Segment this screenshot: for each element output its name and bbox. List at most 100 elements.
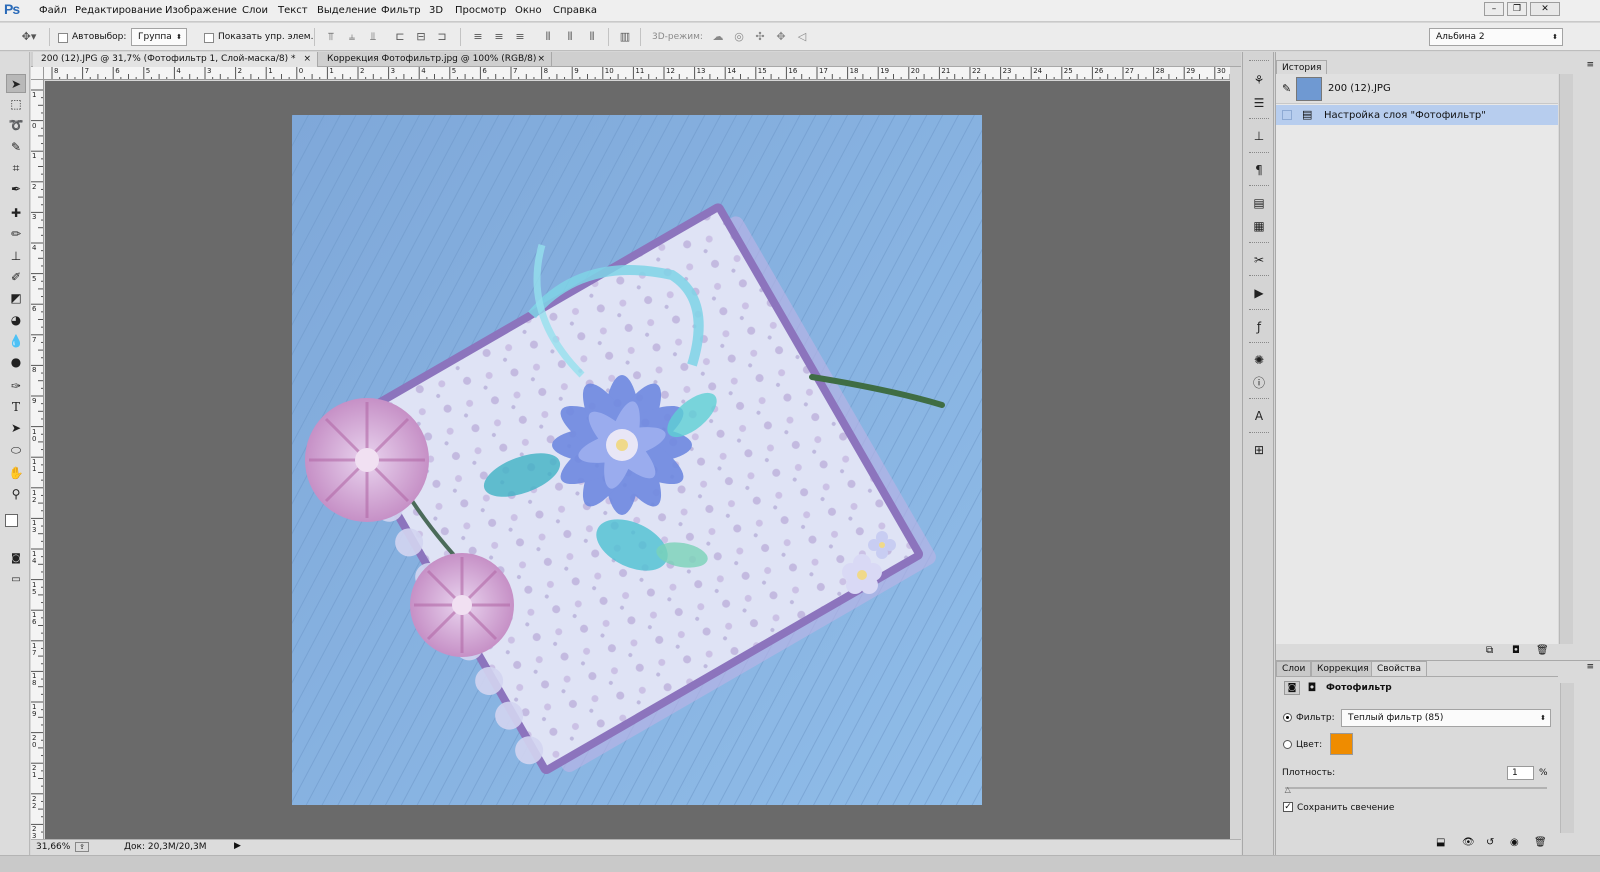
autoselect-checkbox[interactable] [58, 33, 68, 43]
clip-to-layer-icon[interactable]: ⬓ [1436, 837, 1445, 848]
scale-3d-icon[interactable]: ◁ [795, 30, 809, 44]
character-icon[interactable]: A [1251, 408, 1267, 424]
menu-window[interactable]: Окно [515, 5, 542, 16]
paint-bucket-tool-icon[interactable]: ◕ [6, 311, 26, 330]
view-previous-icon[interactable]: 👁 [1462, 837, 1475, 848]
blur-tool-icon[interactable]: 💧 [6, 332, 26, 351]
menu-layers[interactable]: Слои [242, 5, 268, 16]
dock-grip[interactable] [1249, 185, 1269, 187]
clone-source-icon[interactable]: ⊥ [1251, 128, 1267, 144]
distribute-hcenter-icon[interactable]: ⦀ [563, 30, 577, 44]
dock-grip[interactable] [1249, 342, 1269, 344]
eyedropper-tool-icon[interactable]: ✒ [6, 180, 26, 199]
hand-tool-icon[interactable]: ✋ [6, 464, 26, 483]
delete-layer-icon[interactable]: 🗑 [1534, 837, 1547, 848]
timeline-icon[interactable]: ⊞ [1251, 442, 1267, 458]
type-tool-icon[interactable]: T [6, 398, 26, 417]
tools-preset-icon[interactable]: ✂ [1251, 252, 1267, 268]
density-input[interactable]: 1 [1507, 766, 1534, 780]
menu-edit[interactable]: Редактирование [75, 5, 162, 16]
align-right-icon[interactable]: ⊐ [435, 30, 449, 44]
quick-select-tool-icon[interactable]: ✎ [6, 138, 26, 157]
align-bottom-icon[interactable]: ⫫ [366, 30, 380, 44]
menu-view[interactable]: Просмотр [455, 5, 506, 16]
document-image[interactable] [292, 115, 982, 805]
path-select-tool-icon[interactable]: ➤ [6, 419, 26, 438]
close-window-button[interactable]: ✕ [1530, 2, 1560, 16]
tab-layers[interactable]: Слои [1276, 661, 1312, 676]
restore-button[interactable]: ❐ [1507, 2, 1527, 16]
new-document-from-state-icon[interactable]: ⧉ [1486, 645, 1493, 656]
dock-grip[interactable] [1249, 242, 1269, 244]
menu-file[interactable]: Файл [39, 5, 67, 16]
close-tab-icon[interactable]: × [537, 52, 545, 67]
align-hcenter-icon[interactable]: ⊟ [414, 30, 428, 44]
tab-adjustments[interactable]: Коррекция [1311, 661, 1375, 676]
dodge-tool-icon[interactable]: ● [6, 353, 26, 372]
tab-history[interactable]: История [1276, 60, 1328, 75]
density-slider-thumb[interactable]: △ [1285, 785, 1291, 794]
history-scrollbar[interactable] [1559, 74, 1573, 644]
delete-state-icon[interactable]: 🗑 [1536, 645, 1549, 656]
status-menu-arrow-icon[interactable]: ▶ [234, 841, 241, 851]
history-source-box[interactable] [1282, 110, 1292, 120]
minimize-button[interactable]: – [1484, 2, 1504, 16]
workspace-dropdown[interactable]: Альбина 2 ⬍ [1429, 28, 1563, 46]
ellipse-tool-icon[interactable]: ⬭ [6, 441, 26, 460]
panel-menu-icon[interactable]: ≡ [1586, 60, 1594, 70]
roll-3d-icon[interactable]: ◎ [732, 30, 746, 44]
marquee-tool-icon[interactable]: ⬚ [6, 95, 26, 114]
menu-image[interactable]: Изображение [165, 5, 237, 16]
new-snapshot-icon[interactable]: ◘ [1512, 645, 1520, 656]
history-snapshot[interactable]: ✎ 200 (12).JPG [1276, 74, 1558, 104]
brush-presets-icon[interactable]: ⚘ [1251, 72, 1267, 88]
styles-fx-icon[interactable]: ƒ [1251, 319, 1267, 335]
clone-stamp-tool-icon[interactable]: ⊥ [6, 247, 26, 266]
dock-grip[interactable] [1249, 309, 1269, 311]
distribute-left-icon[interactable]: ⦀ [541, 30, 555, 44]
dock-grip[interactable] [1249, 398, 1269, 400]
menu-3d[interactable]: 3D [429, 5, 443, 16]
slide-3d-icon[interactable]: ✥ [774, 30, 788, 44]
history-item-selected[interactable]: ▤ Настройка слоя "Фотофильтр" [1276, 105, 1558, 125]
distribute-bottom-icon[interactable]: ≡ [513, 30, 527, 44]
autoselect-dropdown[interactable]: Группа ⬍ [131, 28, 187, 46]
align-vcenter-icon[interactable]: ⫨ [345, 30, 359, 44]
zoom-tool-icon[interactable]: ⚲ [6, 485, 26, 504]
paragraph-icon[interactable]: ¶ [1251, 162, 1267, 178]
show-transform-checkbox[interactable] [204, 33, 214, 43]
dock-grip[interactable] [1249, 152, 1269, 154]
menu-filter[interactable]: Фильтр [381, 5, 421, 16]
density-slider-track[interactable] [1285, 787, 1547, 789]
eraser-tool-icon[interactable]: ◩ [6, 289, 26, 308]
foreground-color-swatch[interactable] [5, 514, 18, 527]
align-top-icon[interactable]: ⫪ [324, 30, 338, 44]
ruler-origin[interactable] [31, 67, 44, 80]
orbit-3d-icon[interactable]: ☁ [711, 30, 725, 44]
dock-grip[interactable] [1249, 60, 1269, 62]
menu-select[interactable]: Выделение [317, 5, 377, 16]
history-brush-tool-icon[interactable]: ✐ [6, 268, 26, 287]
reset-icon[interactable]: ↺ [1486, 837, 1494, 848]
dock-grip[interactable] [1249, 275, 1269, 277]
notes-icon[interactable]: ▤ [1251, 195, 1267, 211]
horizontal-ruler[interactable]: 8 7 6 5 4 3 2 1 0 1 2 3 4 5 6 7 8 9 10 11 12 13 14 15 16 17 18 19 20… [44, 67, 1230, 80]
filter-dropdown[interactable]: Теплый фильтр (85) ⬍ [1341, 709, 1551, 727]
color-radio[interactable] [1283, 740, 1292, 749]
lasso-tool-icon[interactable]: ➰ [6, 116, 26, 135]
tab-document-1[interactable]: 200 (12).JPG @ 31,7% (Фотофильтр 1, Слой… [33, 52, 318, 67]
move-tool-icon[interactable]: ➤ [6, 74, 26, 93]
properties-scrollbar[interactable] [1560, 683, 1574, 833]
toggle-visibility-icon[interactable]: ◉ [1510, 837, 1519, 848]
crop-tool-icon[interactable]: ⌗ [6, 159, 26, 178]
healing-brush-tool-icon[interactable]: ✚ [6, 204, 26, 223]
history-brush-source-icon[interactable]: ✎ [1282, 82, 1291, 95]
auto-align-icon[interactable]: ▥ [618, 30, 632, 44]
distribute-vcenter-icon[interactable]: ≡ [492, 30, 506, 44]
distribute-right-icon[interactable]: ⦀ [585, 30, 599, 44]
menu-help[interactable]: Справка [553, 5, 597, 16]
screen-mode-icon[interactable]: ▭ [6, 570, 26, 589]
brush-tool-icon[interactable]: ✏ [6, 225, 26, 244]
actions-play-icon[interactable]: ▶ [1251, 285, 1267, 301]
pen-tool-icon[interactable]: ✑ [6, 377, 26, 396]
